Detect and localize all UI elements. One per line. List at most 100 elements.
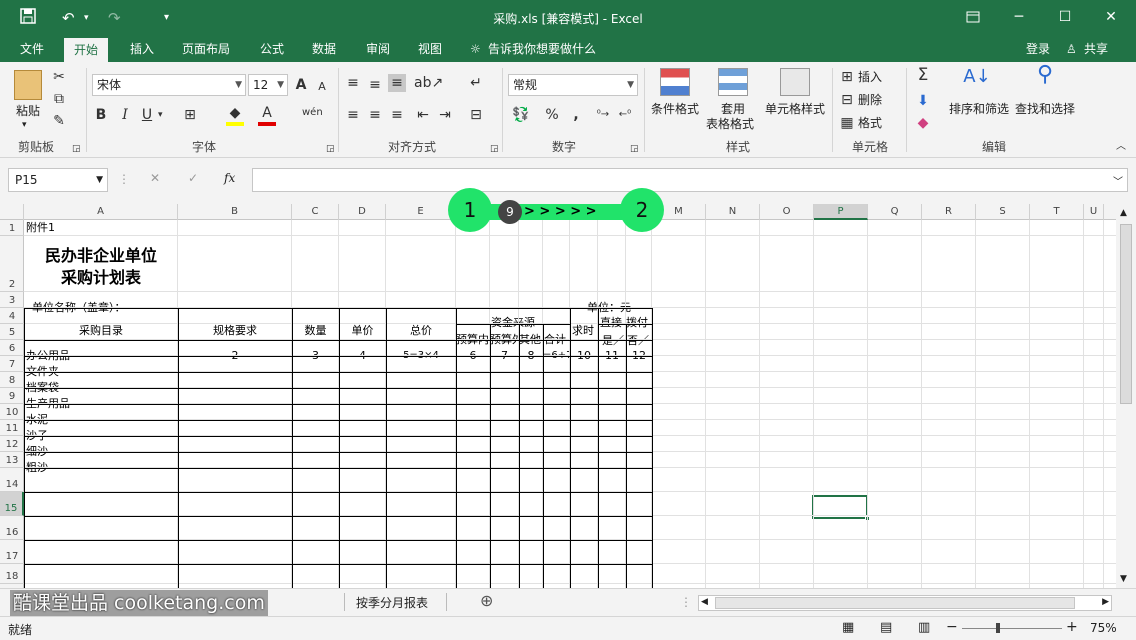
grow-font-icon[interactable]: A xyxy=(294,76,308,94)
name-box-dropdown-icon[interactable]: ▼ xyxy=(96,169,103,191)
dialog-launcher-icon[interactable]: ◲ xyxy=(72,140,81,158)
autosum-icon[interactable]: Σ xyxy=(914,66,932,84)
row-header-15[interactable]: 15 xyxy=(0,492,24,516)
find-icon[interactable]: ⚲ xyxy=(1030,64,1060,86)
cut-icon[interactable]: ✂ xyxy=(50,68,68,86)
align-left-icon[interactable]: ≡ xyxy=(344,106,362,124)
row-header-16[interactable]: 16 xyxy=(0,516,24,540)
row-header-5[interactable]: 5 xyxy=(0,324,24,340)
row-header-17[interactable]: 17 xyxy=(0,540,24,564)
bold-button[interactable]: B xyxy=(94,106,108,124)
row-header-2[interactable]: 2 xyxy=(0,236,24,292)
bottom-align-icon[interactable]: ≡ xyxy=(388,74,406,92)
alignment-dialog-launcher-icon[interactable]: ◲ xyxy=(490,140,499,158)
tab-home[interactable]: 开始 xyxy=(64,38,109,62)
scroll-left-icon[interactable]: ◀ xyxy=(701,597,708,607)
column-header-C[interactable]: C xyxy=(292,204,339,220)
delete-cells-button[interactable]: 删除 xyxy=(858,93,882,108)
italic-button[interactable]: I xyxy=(118,106,132,124)
row-header-13[interactable]: 13 xyxy=(0,452,24,468)
ribbon-display-icon[interactable] xyxy=(958,6,988,28)
page-layout-view-icon[interactable]: ▤ xyxy=(880,620,892,635)
page-break-view-icon[interactable]: ▥ xyxy=(918,620,930,635)
row-header-10[interactable]: 10 xyxy=(0,404,24,420)
column-header-O[interactable]: O xyxy=(760,204,814,220)
header-time[interactable]: 求时 xyxy=(572,324,598,338)
comma-button[interactable]: , xyxy=(570,106,582,124)
header-total[interactable]: 总价 xyxy=(386,324,456,338)
row-header-14[interactable]: 14 xyxy=(0,468,24,492)
vertical-scroll-thumb[interactable] xyxy=(1120,224,1132,404)
tab-view[interactable]: 视图 xyxy=(418,40,442,58)
sheet-tab-quarterly[interactable]: 按季分月报表 xyxy=(356,594,428,611)
row-header-7[interactable]: 7 xyxy=(0,356,24,372)
zoom-out-button[interactable]: − xyxy=(946,619,958,635)
column-header-U[interactable]: U xyxy=(1084,204,1104,220)
row-header-12[interactable]: 12 xyxy=(0,436,24,452)
clear-icon[interactable]: ◆ xyxy=(914,114,932,132)
scroll-down-icon[interactable]: ▼ xyxy=(1120,574,1127,584)
fill-color-icon[interactable]: ◆ xyxy=(226,104,244,126)
format-painter-icon[interactable]: ✎ xyxy=(50,112,68,130)
shrink-font-icon[interactable]: A xyxy=(316,78,328,96)
zoom-slider[interactable] xyxy=(962,628,1062,629)
cell-styles-button[interactable]: 单元格样式 xyxy=(762,102,828,117)
cancel-icon[interactable]: ✕ xyxy=(150,171,160,185)
column-header-D[interactable]: D xyxy=(339,204,386,220)
zoom-slider-thumb[interactable] xyxy=(996,623,1000,633)
collapse-ribbon-icon[interactable]: ︿ xyxy=(1116,138,1126,156)
column-header-E[interactable]: E xyxy=(386,204,456,220)
column-header-Q[interactable]: Q xyxy=(868,204,922,220)
add-sheet-icon[interactable]: ⊕ xyxy=(480,591,493,610)
tab-formulas[interactable]: 公式 xyxy=(260,40,284,58)
decrease-indent-icon[interactable]: ⇤ xyxy=(414,106,432,124)
fill-icon[interactable]: ⬇ xyxy=(914,92,932,110)
header-price[interactable]: 单价 xyxy=(339,324,386,338)
column-header-P[interactable]: P xyxy=(814,204,868,220)
name-box[interactable]: P15 ▼ xyxy=(8,168,108,192)
underline-dropdown-icon[interactable]: ▾ xyxy=(158,106,163,124)
cell-a1[interactable]: 附件1 xyxy=(26,221,55,235)
find-select-button[interactable]: 查找和选择 xyxy=(1012,102,1078,117)
row-header-8[interactable]: 8 xyxy=(0,372,24,388)
enter-icon[interactable]: ✓ xyxy=(188,171,198,185)
row-header-6[interactable]: 6 xyxy=(0,340,24,356)
formula-input[interactable]: ﹀ xyxy=(252,168,1128,192)
percent-button[interactable]: % xyxy=(544,106,560,124)
title-line-2[interactable]: 采购计划表 xyxy=(24,267,178,289)
insert-cells-button[interactable]: 插入 xyxy=(858,70,882,85)
insert-cells-icon[interactable]: ⊞ xyxy=(838,68,856,86)
font-size-select[interactable]: 12 ▼ xyxy=(248,74,288,96)
tab-data[interactable]: 数据 xyxy=(312,40,336,58)
row-header-11[interactable]: 11 xyxy=(0,420,24,436)
borders-icon[interactable]: ⊞ xyxy=(180,106,200,124)
increase-decimal-icon[interactable]: ⁰→ xyxy=(594,106,612,124)
currency-icon[interactable]: 💱 xyxy=(510,106,532,124)
format-cells-button[interactable]: 格式 xyxy=(858,116,882,131)
header-qty[interactable]: 数量 xyxy=(292,324,339,338)
tab-file[interactable]: 文件 xyxy=(20,40,44,58)
expand-formula-icon[interactable]: ﹀ xyxy=(1113,173,1123,188)
font-color-icon[interactable]: A xyxy=(258,104,276,126)
maximize-button[interactable]: ☐ xyxy=(1050,6,1080,28)
row-header-3[interactable]: 3 xyxy=(0,292,24,308)
number-format-select[interactable]: 常规 ▼ xyxy=(508,74,638,96)
select-all-corner[interactable] xyxy=(0,204,24,220)
close-button[interactable]: ✕ xyxy=(1096,6,1126,28)
tab-insert[interactable]: 插入 xyxy=(130,40,154,58)
header-spec[interactable]: 规格要求 xyxy=(178,324,292,338)
middle-align-icon[interactable]: ≡ xyxy=(366,76,384,94)
format-as-table-label1[interactable]: 套用 xyxy=(716,102,750,117)
paste-icon[interactable] xyxy=(14,70,42,100)
header-no[interactable]: 否／ xyxy=(627,334,649,348)
sort-filter-button[interactable]: 排序和筛选 xyxy=(946,102,1012,117)
sign-in-link[interactable]: 登录 xyxy=(1026,40,1050,58)
horizontal-scroll-thumb[interactable] xyxy=(715,597,1075,609)
font-name-select[interactable]: 宋体 ▼ xyxy=(92,74,246,96)
decrease-decimal-icon[interactable]: ←⁰ xyxy=(616,106,634,124)
cell-styles-icon[interactable] xyxy=(780,68,810,96)
row-header-1[interactable]: 1 xyxy=(0,220,24,236)
format-as-table-icon[interactable] xyxy=(718,68,748,96)
insert-function-icon[interactable]: fx xyxy=(224,171,235,185)
orientation-icon[interactable]: ab↗ xyxy=(414,74,443,92)
